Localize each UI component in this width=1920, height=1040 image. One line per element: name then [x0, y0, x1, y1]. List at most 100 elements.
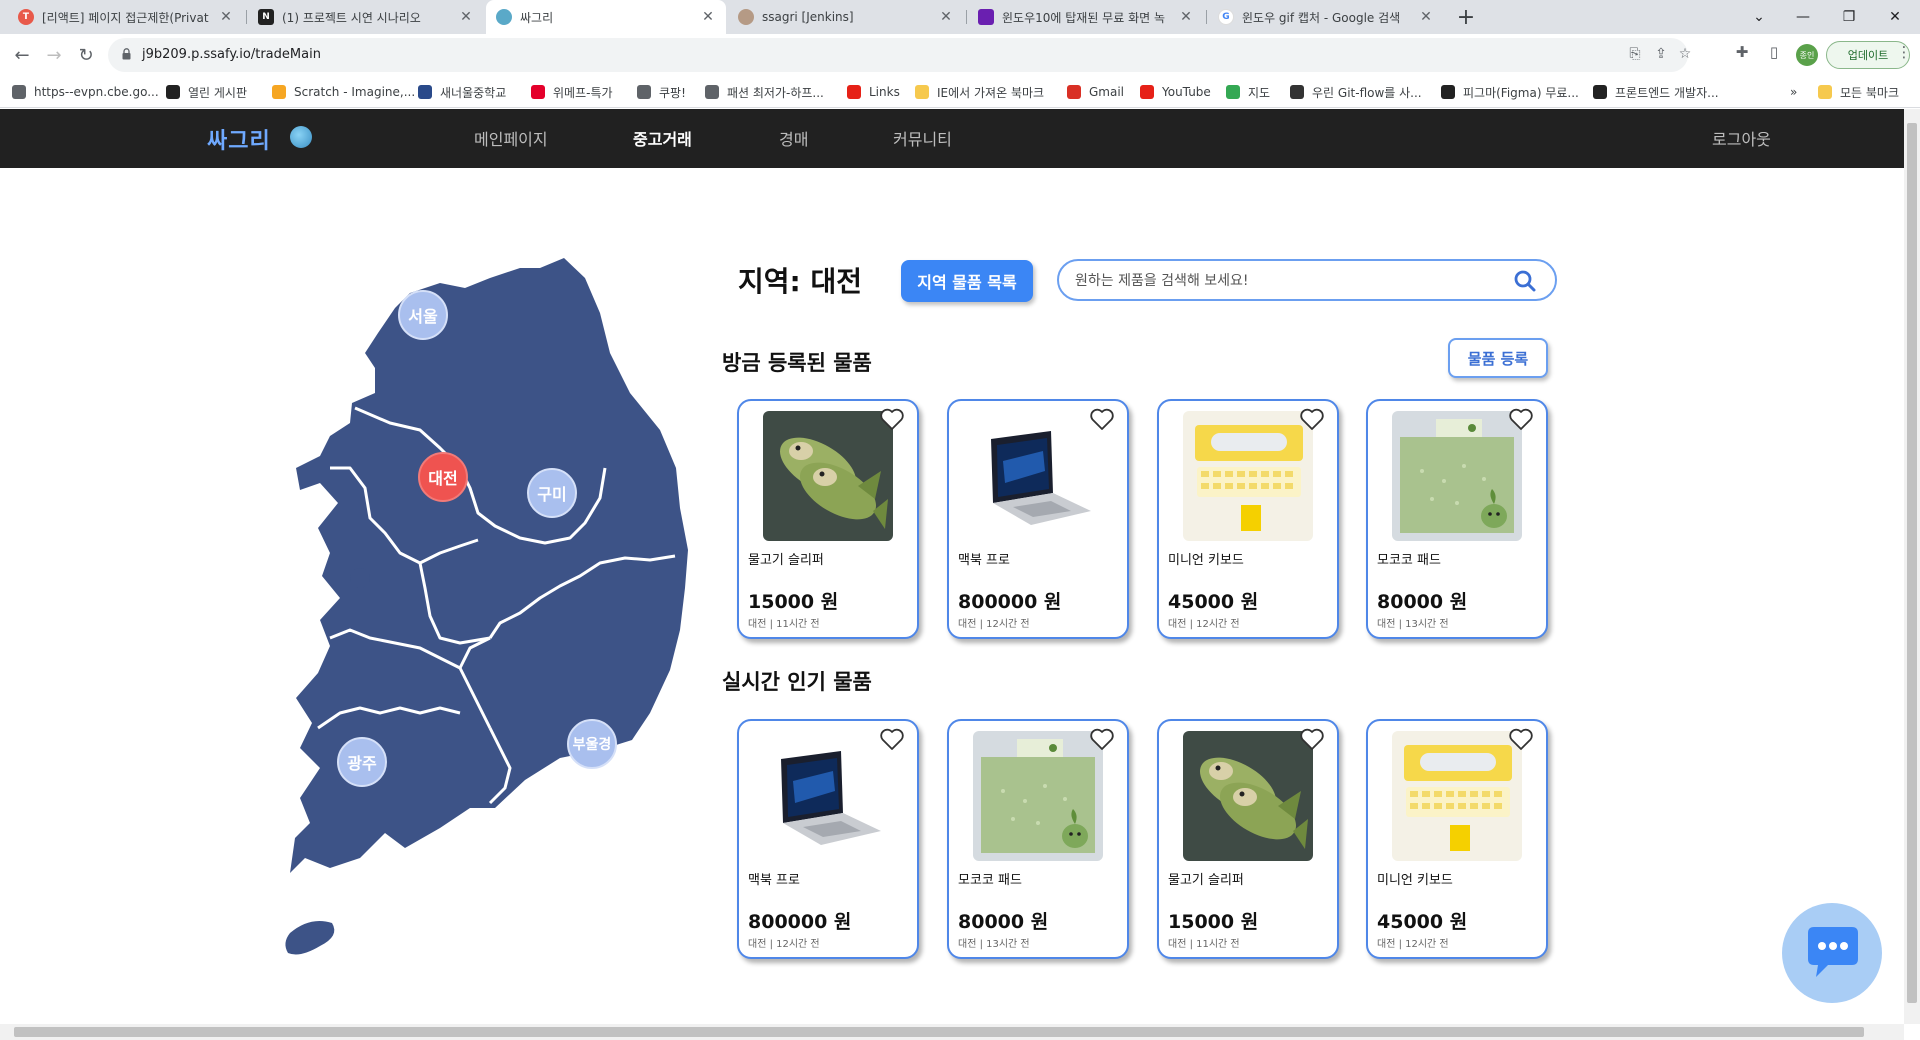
- new-tab-icon[interactable]: +: [1450, 0, 1482, 34]
- bookmark-item[interactable]: 열린 게시판: [166, 83, 247, 101]
- scrollbar-thumb[interactable]: [14, 1027, 1864, 1037]
- product-card[interactable]: 물고기 슬리퍼 15000 원 대전 | 11시간 전: [737, 399, 919, 639]
- reload-icon[interactable]: ↻: [74, 43, 98, 67]
- bookmark-item[interactable]: Gmail: [1067, 83, 1124, 101]
- star-icon[interactable]: ☆: [1676, 46, 1694, 64]
- bookmark-item[interactable]: 피그마(Figma) 무료...: [1441, 83, 1579, 101]
- heart-icon[interactable]: [1508, 407, 1534, 431]
- product-card[interactable]: 맥북 프로 800000 원 대전 | 12시간 전: [737, 719, 919, 959]
- tab-favicon-icon: T: [18, 9, 34, 25]
- product-image[interactable]: [1392, 731, 1522, 861]
- nav-community[interactable]: 커뮤니티: [893, 126, 952, 150]
- product-image[interactable]: [1183, 411, 1313, 541]
- bookmark-label: Gmail: [1089, 85, 1125, 99]
- bookmark-item[interactable]: IE에서 가져온 북마크: [915, 83, 1044, 101]
- browser-tab-active[interactable]: 싸그리 ✕: [486, 0, 726, 34]
- search-input[interactable]: [1075, 269, 1495, 293]
- bookmark-item[interactable]: 지도: [1226, 83, 1270, 101]
- heart-icon[interactable]: [1299, 407, 1325, 431]
- bookmark-item[interactable]: 프론트엔드 개발자...: [1593, 83, 1719, 101]
- product-card[interactable]: 모코코 패드 80000 원 대전 | 13시간 전: [947, 719, 1129, 959]
- site-logo[interactable]: 싸그리: [207, 123, 271, 155]
- minimize-icon[interactable]: —: [1780, 0, 1826, 34]
- bookmark-label: 프론트엔드 개발자...: [1615, 85, 1719, 100]
- jeju-island-shape[interactable]: [285, 920, 335, 955]
- bookmark-item[interactable]: https--evpn.cbe.go...: [12, 83, 159, 101]
- product-image[interactable]: [973, 411, 1103, 541]
- close-icon[interactable]: ✕: [700, 9, 716, 25]
- product-image[interactable]: [763, 731, 893, 861]
- chat-button[interactable]: [1782, 903, 1882, 1003]
- scrollbar-thumb[interactable]: [1907, 123, 1917, 1003]
- search-icon[interactable]: [1513, 269, 1537, 293]
- logout-link[interactable]: 로그아웃: [1712, 126, 1771, 150]
- all-bookmarks[interactable]: 모든 북마크: [1818, 83, 1899, 101]
- product-image[interactable]: [1183, 731, 1313, 861]
- bookmark-item[interactable]: Links: [847, 83, 900, 101]
- browser-tab[interactable]: G 윈도우 gif 캡처 - Google 검색 ✕: [1208, 0, 1444, 34]
- nav-used-trade[interactable]: 중고거래: [633, 126, 692, 150]
- extensions-icon[interactable]: ✚: [1732, 43, 1752, 63]
- region-seoul[interactable]: 서울: [398, 290, 448, 340]
- nav-auction[interactable]: 경매: [779, 126, 808, 150]
- avatar[interactable]: 종인: [1796, 44, 1818, 66]
- product-image[interactable]: [763, 411, 893, 541]
- region-gwangju[interactable]: 광주: [337, 737, 387, 787]
- region-items-list-button[interactable]: 지역 물품 목록: [901, 260, 1033, 302]
- bookmark-item[interactable]: 쿠팡!: [637, 83, 686, 101]
- product-price: 45000 원: [1168, 591, 1259, 613]
- browser-tab[interactable]: 윈도우10에 탑재된 무료 화면 녹 ✕: [968, 0, 1204, 34]
- product-card[interactable]: 모코코 패드 80000 원 대전 | 13시간 전: [1366, 399, 1548, 639]
- heart-icon[interactable]: [879, 727, 905, 751]
- bookmark-item[interactable]: 우린 Git-flow를 사...: [1290, 83, 1422, 101]
- product-card[interactable]: 미니언 키보드 45000 원 대전 | 12시간 전: [1366, 719, 1548, 959]
- region-gumi[interactable]: 구미: [527, 468, 577, 518]
- close-icon[interactable]: ✕: [1418, 9, 1434, 25]
- browser-tab[interactable]: ssagri [Jenkins] ✕: [728, 0, 964, 34]
- back-icon[interactable]: ←: [10, 43, 34, 67]
- close-icon[interactable]: ✕: [1178, 9, 1194, 25]
- product-image[interactable]: [973, 731, 1103, 861]
- bookmark-item[interactable]: 새너울중학교: [418, 83, 506, 101]
- address-bar[interactable]: j9b209.p.ssafy.io/tradeMain ⎘ ⇪ ☆: [108, 38, 1691, 72]
- restore-icon[interactable]: ❐: [1826, 0, 1872, 34]
- bookmark-label: Links: [869, 85, 900, 99]
- window-close-icon[interactable]: ✕: [1872, 0, 1918, 34]
- horizontal-scrollbar[interactable]: [0, 1024, 1904, 1040]
- nav-main-page[interactable]: 메인페이지: [474, 126, 548, 150]
- product-location-time: 대전 | 12시간 전: [748, 939, 820, 950]
- browser-tab[interactable]: T [리액트] 페이지 접근제한(Privat ✕: [8, 0, 244, 34]
- heart-icon[interactable]: [1508, 727, 1534, 751]
- heart-icon[interactable]: [1299, 727, 1325, 751]
- product-name: 맥북 프로: [958, 553, 1010, 568]
- bookmark-item[interactable]: YouTube: [1140, 83, 1211, 101]
- heart-icon[interactable]: [1089, 727, 1115, 751]
- close-icon[interactable]: ✕: [938, 9, 954, 25]
- lock-icon[interactable]: [122, 48, 131, 60]
- translate-icon[interactable]: ⎘: [1626, 46, 1644, 64]
- side-panel-icon[interactable]: ▯: [1764, 43, 1784, 63]
- heart-icon[interactable]: [879, 407, 905, 431]
- register-item-button[interactable]: 물품 등록: [1448, 338, 1548, 378]
- close-icon[interactable]: ✕: [218, 9, 234, 25]
- bookmark-favicon-icon: [12, 85, 26, 99]
- product-image[interactable]: [1392, 411, 1522, 541]
- more-menu-icon[interactable]: ⋮: [1894, 43, 1914, 63]
- heart-icon[interactable]: [1089, 407, 1115, 431]
- bookmark-item[interactable]: 위메프-특가: [531, 83, 613, 101]
- url-text[interactable]: j9b209.p.ssafy.io/tradeMain: [142, 47, 321, 62]
- product-card[interactable]: 맥북 프로 800000 원 대전 | 12시간 전: [947, 399, 1129, 639]
- product-card[interactable]: 물고기 슬리퍼 15000 원 대전 | 11시간 전: [1157, 719, 1339, 959]
- product-card[interactable]: 미니언 키보드 45000 원 대전 | 12시간 전: [1157, 399, 1339, 639]
- close-icon[interactable]: ✕: [458, 9, 474, 25]
- bookmark-item[interactable]: Scratch - Imagine,...: [272, 83, 415, 101]
- share-icon[interactable]: ⇪: [1652, 46, 1670, 64]
- bookmark-item[interactable]: 패션 최저가-하프...: [705, 83, 824, 101]
- forward-icon[interactable]: →: [42, 43, 66, 67]
- tab-search-chevron-icon[interactable]: ⌄: [1736, 0, 1782, 34]
- bookmarks-more-icon[interactable]: »: [1790, 83, 1797, 101]
- region-busan-ulsan-gyeongnam[interactable]: 부울경: [567, 719, 617, 769]
- vertical-scrollbar[interactable]: [1904, 109, 1920, 1024]
- region-daejeon[interactable]: 대전: [418, 452, 468, 502]
- browser-tab[interactable]: N (1) 프로젝트 시연 시나리오 ✕: [248, 0, 484, 34]
